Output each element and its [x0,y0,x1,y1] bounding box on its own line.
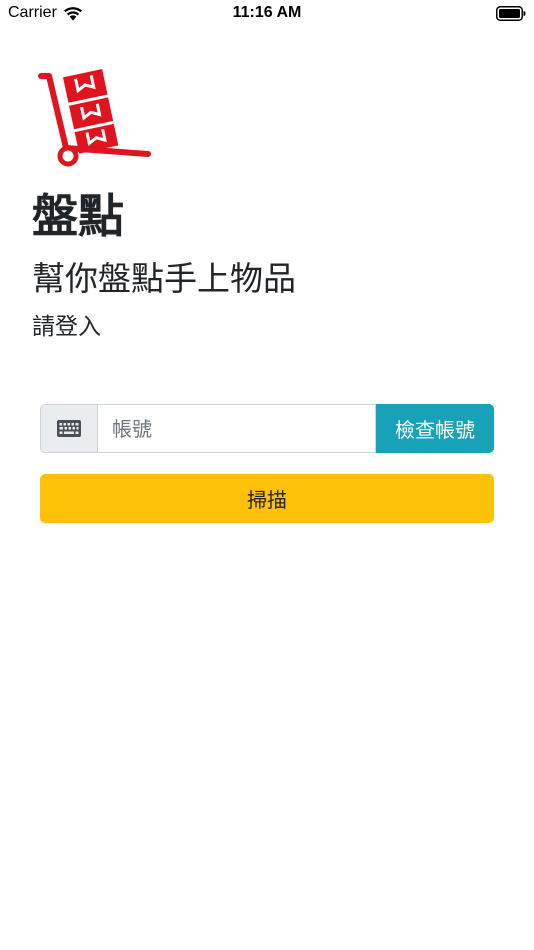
status-time: 11:16 AM [232,4,302,21]
check-account-button[interactable]: 檢查帳號 [376,404,494,453]
status-bar: Carrier 11:16 AM [0,0,534,30]
scan-button[interactable]: 掃描 [40,474,494,523]
login-prompt: 請登入 [32,314,101,340]
account-input[interactable] [97,404,376,453]
hand-truck-boxes-icon [38,69,151,167]
account-input-group: 檢查帳號 [40,404,494,453]
battery-icon [496,6,526,21]
page-title: 盤點 [32,189,124,243]
page-subtitle: 幫你盤點手上物品 [32,259,296,298]
input-addon [40,404,97,453]
keyboard-icon [57,420,81,437]
